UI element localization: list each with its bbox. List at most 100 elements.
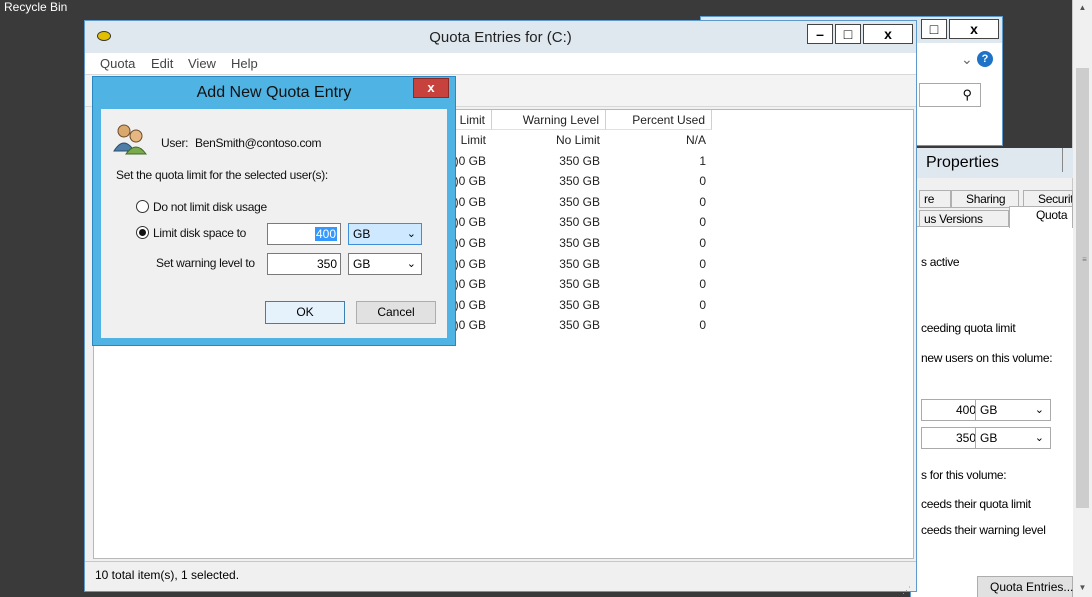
cell-percent-used: 0 (699, 256, 706, 271)
chevron-down-icon: ⌄ (1034, 404, 1044, 416)
minimize-icon: – (816, 26, 824, 42)
maximize-icon: □ (843, 26, 853, 42)
vertical-scrollbar[interactable]: ▲ ≡ ▼ (1072, 0, 1092, 597)
cancel-button[interactable]: Cancel (356, 301, 436, 324)
limit-unit-value: GB (353, 227, 371, 241)
help-icon[interactable]: ? (977, 51, 993, 67)
close-icon: x (970, 21, 978, 37)
limit-unit-select[interactable]: GB ⌄ (348, 223, 422, 245)
menu-view[interactable]: View (188, 56, 216, 71)
maximize-icon: □ (929, 21, 939, 37)
minimize-button[interactable]: – (807, 24, 833, 44)
chevron-down-icon: ⌄ (406, 228, 416, 240)
quota-status-text: s active (921, 255, 960, 269)
warning-unit-value: GB (353, 257, 371, 271)
instruction-text: Set the quota limit for the selected use… (116, 168, 328, 182)
resize-grip-icon[interactable]: ⋰ (902, 577, 912, 595)
background-maximize-button[interactable]: □ (921, 19, 947, 39)
cell-percent-used: 0 (699, 297, 706, 312)
cell-warning-level: 350 GB (559, 277, 600, 292)
status-text: 10 total item(s), 1 selected. (95, 568, 240, 582)
cell-percent-used: 0 (699, 318, 706, 333)
user-value: BenSmith@contoso.com (195, 136, 322, 150)
cell-percent-used: 0 (699, 277, 706, 292)
new-users-text: new users on this volume: (921, 351, 1053, 365)
background-close-button[interactable]: x (949, 19, 999, 39)
close-button[interactable]: x (863, 24, 913, 44)
maximize-button[interactable]: □ (835, 24, 861, 44)
properties-title: Properties (911, 148, 1073, 178)
cell-percent-used: 0 (699, 236, 706, 250)
users-icon (113, 124, 147, 155)
log-exceeds-warning-text: ceeds their warning level (921, 523, 1046, 537)
deny-exceeding-text: ceeding quota limit (921, 321, 1016, 335)
logging-text: s for this volume: (921, 468, 1007, 482)
menu-help[interactable]: Help (231, 56, 258, 71)
limit-label[interactable]: Limit disk space to (153, 226, 246, 240)
chevron-down-icon: ⌄ (1034, 432, 1044, 444)
cell-percent-used: 0 (699, 174, 706, 189)
cell-warning-level: 350 GB (559, 256, 600, 271)
no-limit-radio[interactable] (136, 200, 149, 213)
cell-warning-level: 350 GB (559, 318, 600, 333)
ok-button[interactable]: OK (265, 301, 345, 324)
default-warning-unit-select[interactable]: GB ⌄ (975, 427, 1051, 449)
scroll-up-arrow-icon[interactable]: ▲ (1073, 0, 1092, 16)
cell-warning-level: 350 GB (559, 153, 600, 168)
cell-warning-level: No Limit (555, 133, 600, 147)
cell-warning-level: 350 GB (559, 194, 600, 209)
menu-edit[interactable]: Edit (151, 56, 173, 71)
default-warning-input[interactable]: 350 (921, 427, 981, 449)
grip-icon: ≡ (1082, 255, 1087, 264)
user-label: User: (161, 136, 189, 150)
cell-percent-used: 0 (699, 194, 706, 209)
add-quota-entry-dialog: Add New Quota Entry x User: BenSmith@con… (92, 76, 456, 346)
warning-unit-select[interactable]: GB ⌄ (348, 253, 422, 275)
warning-label: Set warning level to (156, 256, 255, 270)
cell-warning-level: 350 GB (559, 297, 600, 312)
quota-tab-panel: s active ceeding quota limit new users o… (911, 226, 1073, 597)
address-row: ⌄ ? (921, 51, 999, 71)
limit-radio[interactable] (136, 226, 149, 239)
log-exceeds-quota-text: ceeds their quota limit (921, 497, 1031, 511)
close-icon: x (427, 80, 435, 95)
scrollbar-thumb[interactable] (1076, 68, 1089, 508)
dialog-close-button[interactable]: x (413, 78, 449, 98)
cell-percent-used: 0 (699, 215, 706, 230)
cell-warning-level: 350 GB (559, 236, 600, 250)
cell-warning-level: 350 GB (559, 174, 600, 189)
default-limit-input[interactable]: 400 (921, 399, 981, 421)
dialog-body: User: BenSmith@contoso.com Set the quota… (101, 109, 447, 338)
menu-bar: Quota Edit View Help (85, 53, 916, 75)
main-window-title: Quota Entries for (C:) (429, 29, 572, 46)
recycle-bin-label[interactable]: Recycle Bin (4, 0, 67, 14)
column-header-warning-level[interactable]: Warning Level (492, 110, 606, 130)
tab-share[interactable]: re (919, 190, 951, 208)
cell-warning-level: 350 GB (559, 215, 600, 230)
close-icon: x (884, 26, 892, 42)
radio-selected-dot (139, 229, 146, 236)
search-icon: ⚲ (962, 87, 972, 102)
tab-quota[interactable]: Quota (1009, 206, 1073, 228)
default-warning-unit-value: GB (980, 431, 998, 445)
properties-close-edge[interactable] (1062, 148, 1072, 172)
quota-entries-button[interactable]: Quota Entries... (977, 576, 1073, 597)
cell-percent-used: N/A (685, 133, 706, 147)
chevron-down-icon[interactable]: ⌄ (961, 51, 973, 68)
scroll-down-arrow-icon[interactable]: ▼ (1073, 580, 1092, 596)
chevron-down-icon: ⌄ (406, 258, 416, 270)
main-titlebar: Quota Entries for (C:) – □ x (85, 21, 916, 53)
menu-quota[interactable]: Quota (100, 56, 135, 71)
dialog-title: Add New Quota Entry (196, 84, 352, 101)
properties-dialog: Properties re Sharing Securit us Version… (910, 148, 1073, 597)
limit-value-input[interactable]: 400 (267, 223, 341, 245)
cell-percent-used: 1 (699, 153, 706, 168)
default-limit-unit-value: GB (980, 403, 998, 417)
default-limit-unit-select[interactable]: GB ⌄ (975, 399, 1051, 421)
search-box[interactable]: ⚲ (919, 83, 981, 107)
limit-value-text: 400 (314, 227, 337, 241)
column-header-percent-used[interactable]: Percent Used (606, 110, 712, 130)
status-bar: 10 total item(s), 1 selected. ⋰ (85, 561, 916, 595)
no-limit-label[interactable]: Do not limit disk usage (153, 200, 267, 214)
warning-value-input[interactable]: 350 (267, 253, 341, 275)
